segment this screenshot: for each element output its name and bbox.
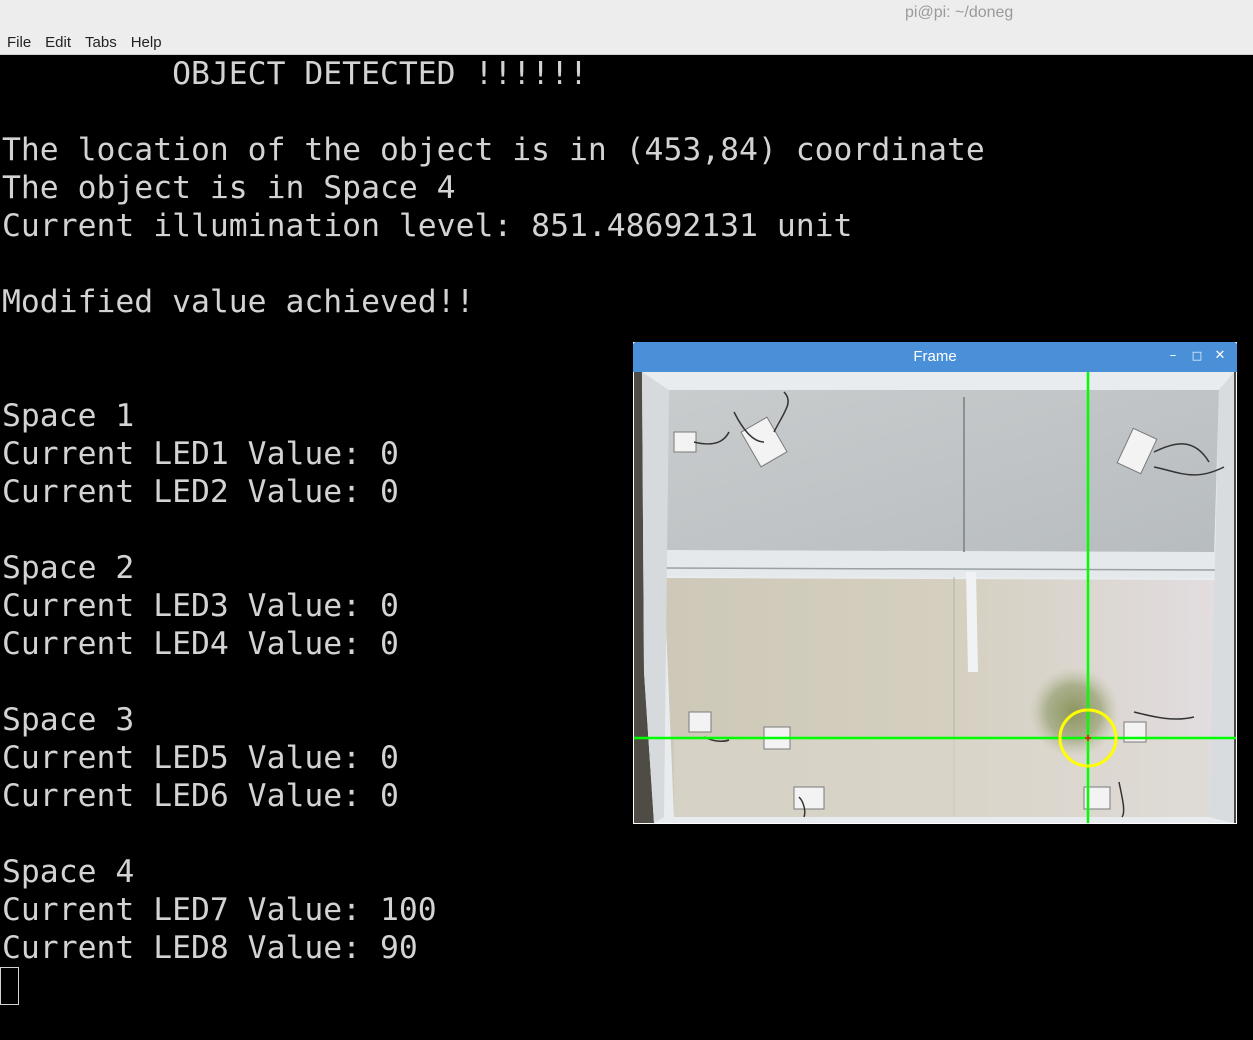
menu-help[interactable]: Help bbox=[124, 34, 169, 51]
menu-edit[interactable]: Edit bbox=[38, 34, 78, 51]
terminal-line: Space 4 bbox=[2, 854, 135, 890]
terminal-window-title: pi@pi: ~/doneg bbox=[905, 4, 1014, 21]
terminal-line: Current LED3 Value: 0 bbox=[2, 588, 399, 624]
middle-divider bbox=[662, 550, 1219, 578]
minimize-icon[interactable]: – bbox=[1164, 347, 1182, 365]
terminal-line: Current LED7 Value: 100 bbox=[2, 892, 437, 928]
terminal-line: The object is in Space 4 bbox=[2, 170, 456, 206]
terminal-line: Current LED6 Value: 0 bbox=[2, 778, 399, 814]
terminal-line: Modified value achieved!! bbox=[2, 284, 475, 320]
frame-window[interactable]: Frame – □ ✕ bbox=[633, 342, 1237, 824]
floor-top bbox=[664, 390, 1219, 557]
camera-frame-image bbox=[634, 372, 1236, 823]
terminal-line: Current LED2 Value: 0 bbox=[2, 474, 399, 510]
menu-tabs[interactable]: Tabs bbox=[78, 34, 124, 51]
terminal-line: The location of the object is in (453,84… bbox=[2, 132, 985, 168]
terminal-titlebar: pi@pi: ~/doneg bbox=[0, 0, 1253, 28]
maximize-icon[interactable]: □ bbox=[1188, 347, 1206, 365]
terminal-cursor bbox=[0, 967, 19, 1005]
terminal-line: Current LED5 Value: 0 bbox=[2, 740, 399, 776]
terminal-line: Current LED8 Value: 90 bbox=[2, 930, 418, 966]
led-fixture bbox=[793, 786, 825, 810]
terminal-line: Space 1 bbox=[2, 398, 135, 434]
menu-file[interactable]: File bbox=[0, 34, 38, 51]
terminal-line: Space 3 bbox=[2, 702, 135, 738]
led-fixture bbox=[673, 431, 697, 453]
frame-window-title: Frame bbox=[913, 348, 957, 365]
screen: pi@pi: ~/doneg File Edit Tabs Help OBJEC… bbox=[0, 0, 1253, 1040]
terminal-line: Space 2 bbox=[2, 550, 135, 586]
close-icon[interactable]: ✕ bbox=[1211, 347, 1229, 365]
terminal-line: Current LED1 Value: 0 bbox=[2, 436, 399, 472]
camera-view bbox=[634, 372, 1236, 823]
led-fixture bbox=[688, 711, 712, 733]
menu-bar: File Edit Tabs Help bbox=[0, 28, 1253, 55]
object-shadow bbox=[1029, 667, 1119, 757]
terminal-line: Current illumination level: 851.48692131… bbox=[2, 208, 853, 244]
frame-titlebar[interactable]: Frame – □ ✕ bbox=[633, 342, 1237, 372]
terminal-line: Current LED4 Value: 0 bbox=[2, 626, 399, 662]
terminal-line: OBJECT DETECTED !!!!!! bbox=[2, 56, 588, 92]
